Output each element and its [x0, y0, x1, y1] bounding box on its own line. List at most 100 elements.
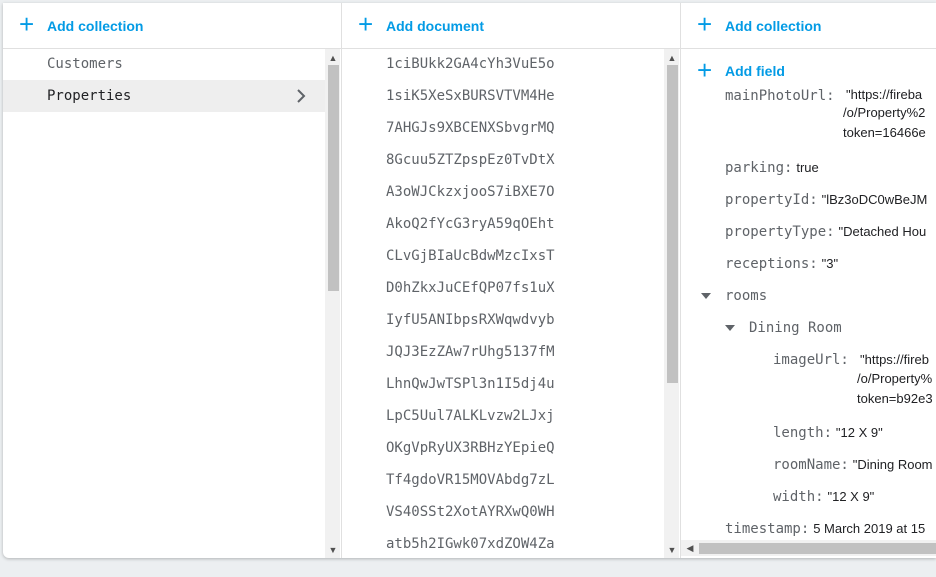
document-item[interactable]: LhnQwJwTSPl3n1I5dj4u [342, 368, 664, 400]
document-id: 7AHGJs9XBCENXSbvgrMQ [386, 120, 555, 136]
collection-item-properties[interactable]: Properties [3, 80, 325, 112]
field-value-line: "https://fireba [846, 87, 923, 102]
document-item[interactable]: A3oWJCkzxjooS7iBXE7O [342, 176, 664, 208]
field-key: propertyType: [725, 224, 835, 240]
document-id: OKgVpRyUX3RBHzYEpieQ [386, 440, 555, 456]
field-key: width: [773, 489, 824, 505]
field-value: "lBz3oDC0wBeJM [821, 192, 928, 207]
document-id: IyfU5ANIbpsRXWqwdvyb [386, 312, 555, 328]
add-subcollection-button[interactable]: + Add collection [681, 3, 936, 49]
field-value-line: /o/Property%2 [843, 105, 926, 120]
scrollbar-thumb[interactable] [328, 65, 339, 291]
collections-panel: + Add collection Customers Properties ▲ … [3, 3, 342, 558]
document-item[interactable]: 8Gcuu5ZTZpspEz0TvDtX [342, 144, 664, 176]
document-item[interactable]: D0hZkxJuCEfQP07fs1uX [342, 272, 664, 304]
documents-panel: + Add document 1ciBUkk2GA4cYh3VuE5o 1siK5… [342, 3, 681, 558]
fields-viewport: mainPhotoUrl: "https://fireba /o/Propert… [681, 85, 936, 540]
document-id: LhnQwJwTSPl3n1I5dj4u [386, 376, 555, 392]
field-value: "Dining Room [852, 457, 933, 472]
document-item[interactable]: Tf4gdoVR15MOVAbdg7zL [342, 464, 664, 496]
document-id: CLvGjBIaUcBdwMzcIxsT [386, 248, 555, 264]
add-field-label: Add field [725, 63, 785, 79]
document-item[interactable]: OKgVpRyUX3RBHzYEpieQ [342, 432, 664, 464]
field-value: "Detached Hou [838, 224, 927, 239]
scrollbar-thumb[interactable] [667, 65, 678, 383]
scrollbar-thumb[interactable] [699, 543, 936, 554]
field-timestamp[interactable]: timestamp: 5 March 2019 at 15 [725, 520, 925, 537]
add-collection-label: Add collection [725, 17, 822, 34]
field-imageurl[interactable]: imageUrl: [773, 351, 849, 368]
document-id: A3oWJCkzxjooS7iBXE7O [386, 184, 555, 200]
add-document-button[interactable]: + Add document [342, 3, 680, 49]
scroll-up-arrow-icon[interactable]: ▲ [667, 53, 677, 63]
document-item[interactable]: IyfU5ANIbpsRXWqwdvyb [342, 304, 664, 336]
document-item[interactable]: atb5h2IGwk07xdZOW4Za [342, 528, 664, 558]
field-key: Dining Room [749, 320, 842, 336]
field-key: mainPhotoUrl: [725, 88, 835, 104]
document-item[interactable]: LpC5Uul7ALKLvzw2LJxj [342, 400, 664, 432]
scroll-down-arrow-icon[interactable]: ▼ [328, 545, 338, 555]
field-width[interactable]: width: "12 X 9" [773, 488, 874, 505]
collection-item-customers[interactable]: Customers [3, 48, 325, 80]
field-key: propertyId: [725, 192, 818, 208]
document-id: 8Gcuu5ZTZpspEz0TvDtX [386, 152, 555, 168]
expand-triangle-icon[interactable] [725, 325, 735, 332]
document-item[interactable]: 1siK5XeSxBURSVTVM4He [342, 80, 664, 112]
firestore-data-viewer: + Add collection Customers Properties ▲ … [3, 3, 936, 558]
scroll-down-arrow-icon[interactable]: ▼ [667, 545, 677, 555]
field-dining-room[interactable]: Dining Room [725, 319, 842, 336]
field-key: parking: [725, 160, 793, 176]
document-id: 1siK5XeSxBURSVTVM4He [386, 88, 555, 104]
field-rooms[interactable]: rooms [701, 287, 767, 304]
add-collection-button[interactable]: + Add collection [3, 3, 341, 49]
field-key: roomName: [773, 457, 849, 473]
field-value: "3" [821, 256, 839, 271]
chevron-right-icon [297, 89, 306, 103]
add-collection-label: Add collection [47, 17, 144, 34]
document-id: D0hZkxJuCEfQP07fs1uX [386, 280, 555, 296]
field-receptions[interactable]: receptions: "3" [725, 255, 838, 272]
field-key: imageUrl: [773, 352, 849, 368]
plus-icon: + [697, 9, 713, 39]
field-value: "12 X 9" [835, 425, 883, 440]
field-key: timestamp: [725, 521, 810, 537]
collections-scrollbar[interactable]: ▲ ▼ [325, 49, 340, 558]
document-id: atb5h2IGwk07xdZOW4Za [386, 536, 555, 552]
field-key: receptions: [725, 256, 818, 272]
document-item[interactable]: CLvGjBIaUcBdwMzcIxsT [342, 240, 664, 272]
field-mainphotourl[interactable]: mainPhotoUrl: [725, 87, 835, 104]
expand-triangle-icon[interactable] [701, 293, 711, 300]
field-roomname[interactable]: roomName: "Dining Room [773, 456, 933, 473]
document-item[interactable]: 7AHGJs9XBCENXSbvgrMQ [342, 112, 664, 144]
field-propertytype[interactable]: propertyType: "Detached Hou [725, 223, 926, 240]
plus-icon: + [19, 9, 35, 39]
document-id: Tf4gdoVR15MOVAbdg7zL [386, 472, 555, 488]
document-item[interactable]: JQJ3EzZAw7rUhg5137fM [342, 336, 664, 368]
field-value-line: /o/Property% [857, 371, 933, 386]
document-id: LpC5Uul7ALKLvzw2LJxj [386, 408, 555, 424]
field-parking[interactable]: parking: true [725, 159, 819, 176]
document-fields-panel: + Add collection + Add field mainPhotoUr… [681, 3, 936, 558]
scroll-left-arrow-icon[interactable]: ◀ [685, 543, 695, 553]
collection-label: Customers [47, 56, 123, 72]
plus-icon: + [697, 54, 713, 85]
scroll-up-arrow-icon[interactable]: ▲ [328, 53, 338, 63]
document-item[interactable]: VS40SSt2XotAYRXwQ0WH [342, 496, 664, 528]
add-document-label: Add document [386, 17, 484, 34]
fields-horizontal-scrollbar[interactable]: ◀ [681, 540, 936, 556]
collection-label: Properties [47, 88, 132, 104]
field-value-line: token=16466e [843, 125, 926, 140]
field-key: rooms [725, 288, 768, 304]
field-value: 5 March 2019 at 15 [813, 521, 926, 536]
plus-icon: + [358, 9, 374, 39]
field-value: true [796, 160, 819, 175]
documents-scrollbar[interactable]: ▲ ▼ [664, 49, 679, 558]
document-id: JQJ3EzZAw7rUhg5137fM [386, 344, 555, 360]
field-length[interactable]: length: "12 X 9" [773, 424, 883, 441]
field-propertyid[interactable]: propertyId: "lBz3oDC0wBeJM [725, 191, 927, 208]
document-item[interactable]: AkoQ2fYcG3ryA59qOEht [342, 208, 664, 240]
field-value: "12 X 9" [827, 489, 875, 504]
document-id: VS40SSt2XotAYRXwQ0WH [386, 504, 555, 520]
document-item[interactable]: 1ciBUkk2GA4cYh3VuE5o [342, 48, 664, 80]
document-id: AkoQ2fYcG3ryA59qOEht [386, 216, 555, 232]
